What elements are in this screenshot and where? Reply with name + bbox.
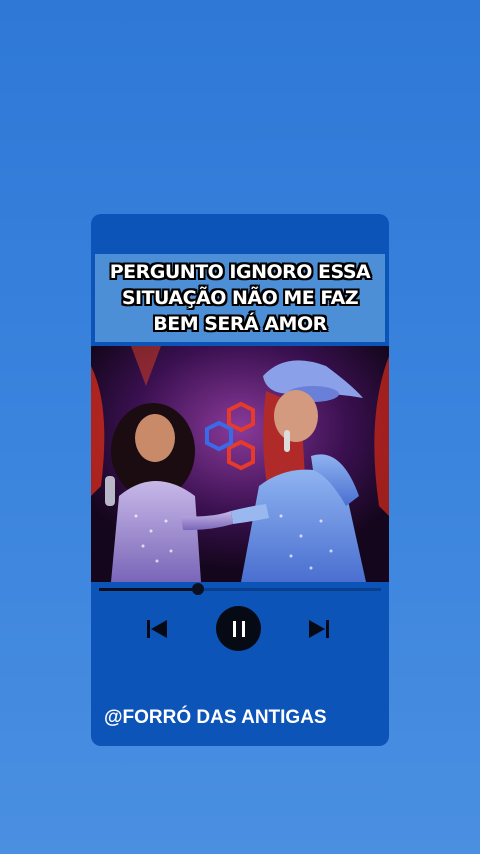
skip-previous-icon [147, 620, 167, 638]
next-button[interactable] [308, 618, 330, 640]
playback-controls [91, 606, 389, 652]
previous-button[interactable] [146, 618, 168, 640]
pause-button[interactable] [216, 606, 261, 651]
music-player-card: PERGUNTO IGNORO ESSA SITUAÇÃO NÃO ME FAZ… [91, 214, 389, 746]
skip-next-icon [309, 620, 329, 638]
progress-knob[interactable] [191, 583, 204, 595]
performance-image [91, 346, 389, 582]
pause-icon [232, 620, 245, 637]
progress-bar[interactable] [99, 583, 381, 595]
progress-fill [99, 588, 198, 591]
lyric-text: PERGUNTO IGNORO ESSA SITUAÇÃO NÃO ME FAZ… [109, 261, 371, 335]
video-frame[interactable] [91, 346, 389, 582]
channel-label: @FORRÓ DAS ANTIGAS [104, 707, 327, 728]
lyric-caption-box: PERGUNTO IGNORO ESSA SITUAÇÃO NÃO ME FAZ… [95, 254, 385, 342]
